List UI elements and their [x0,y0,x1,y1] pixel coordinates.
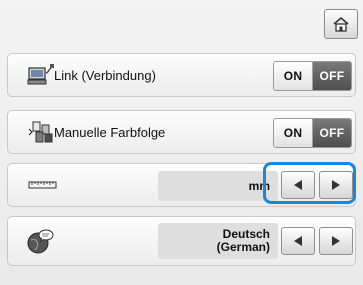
language-arrows [279,225,355,257]
setting-row-link: Link (Verbindung) ON OFF [7,53,356,97]
arrow-right-icon [332,236,340,246]
color-sequence-off-button[interactable]: OFF [313,119,351,147]
setting-row-color-sequence: Manuelle Farbfolge ON OFF [7,110,356,154]
arrow-left-icon [294,236,302,246]
language-value-line2: (German) [216,240,270,254]
arrow-right-icon [332,180,340,190]
link-toggle[interactable]: ON OFF [273,61,352,91]
ruler-icon [28,181,57,189]
color-sequence-icon [28,121,53,143]
settings-screen: Link (Verbindung) ON OFF Manuelle Farbfo… [0,0,363,285]
home-icon [333,16,349,32]
units-value: mm [158,171,278,201]
color-sequence-toggle[interactable]: ON OFF [273,118,352,148]
link-off-button[interactable]: OFF [313,62,351,90]
language-value: Deutsch (German) [158,223,278,259]
home-button[interactable] [324,9,358,39]
top-bar [0,0,363,44]
units-next-button[interactable] [319,171,353,199]
units-arrows [279,169,355,201]
language-globe-icon [27,229,54,254]
setting-row-language: Deutsch (German) [7,216,356,266]
color-sequence-label: Manuelle Farbfolge [54,125,166,140]
language-next-button[interactable] [319,227,353,255]
units-prev-button[interactable] [281,171,315,199]
pc-link-icon [27,64,54,85]
link-label: Link (Verbindung) [54,68,156,83]
language-prev-button[interactable] [281,227,315,255]
arrow-left-icon [294,180,302,190]
setting-row-units: mm [7,163,356,207]
link-on-button[interactable]: ON [274,62,313,90]
color-sequence-on-button[interactable]: ON [274,119,313,147]
